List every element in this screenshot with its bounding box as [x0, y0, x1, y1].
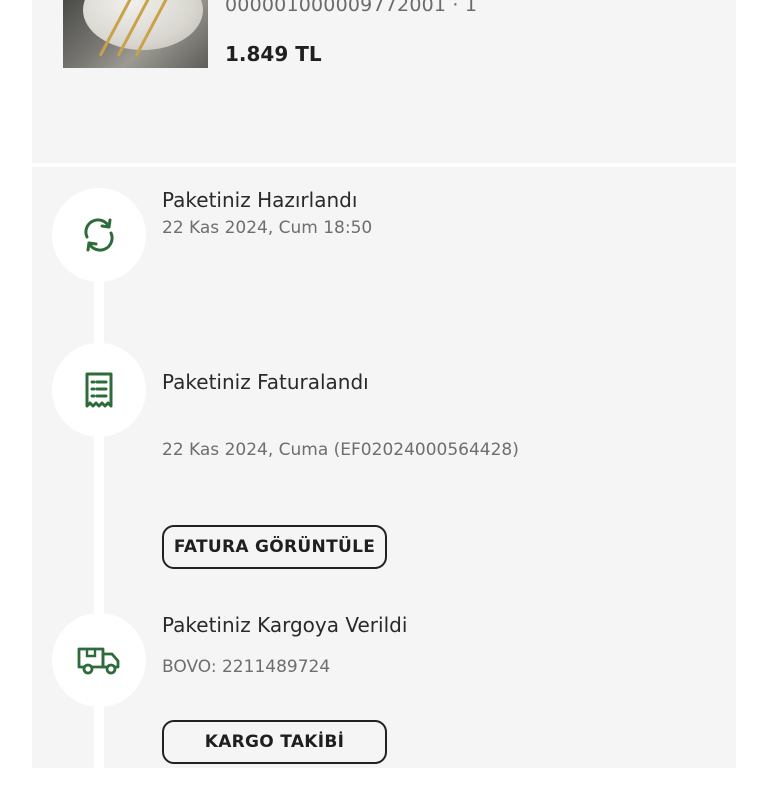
- step-prepared-icon-circle: [52, 188, 146, 282]
- order-timeline: Paketiniz Hazırlandı 22 Kas 2024, Cum 18…: [32, 167, 736, 787]
- refresh-icon: [84, 218, 114, 252]
- step-shipped-icon-circle: [52, 613, 146, 707]
- product-code: 000001000009772001 · 1: [225, 0, 478, 16]
- product-image[interactable]: [63, 0, 208, 68]
- receipt-icon: [85, 372, 113, 408]
- view-invoice-button[interactable]: FATURA GÖRÜNTÜLE: [162, 525, 387, 569]
- track-shipment-button[interactable]: KARGO TAKİBİ: [162, 720, 387, 764]
- step-invoiced-title: Paketiniz Faturalandı: [162, 370, 369, 394]
- step-shipped-tracking: BOVO: 2211489724: [162, 657, 331, 677]
- product-card: 000001000009772001 · 1 1.849 TL: [32, 0, 736, 163]
- step-prepared-title: Paketiniz Hazırlandı: [162, 188, 358, 212]
- step-invoiced-icon-circle: [52, 343, 146, 437]
- step-invoiced-date: 22 Kas 2024, Cuma (EF02024000564428): [162, 440, 519, 460]
- step-shipped-title: Paketiniz Kargoya Verildi: [162, 613, 408, 637]
- step-prepared-date: 22 Kas 2024, Cum 18:50: [162, 218, 373, 238]
- product-price: 1.849 TL: [225, 42, 322, 66]
- truck-icon: [77, 647, 120, 675]
